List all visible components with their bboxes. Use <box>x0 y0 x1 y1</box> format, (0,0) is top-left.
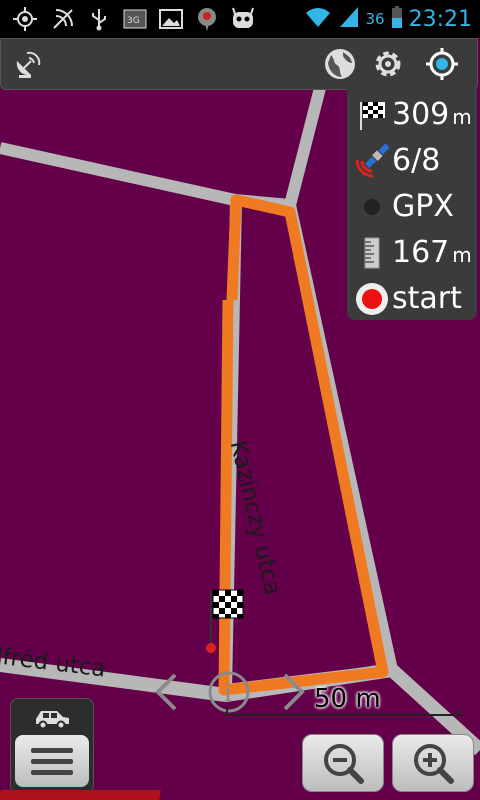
map-pin-icon <box>194 6 220 32</box>
zoom-in-button[interactable] <box>392 734 474 792</box>
record-icon <box>355 282 389 316</box>
gpx-status-icon <box>355 190 389 224</box>
zoom-out-button[interactable] <box>302 734 384 792</box>
cell-signal-icon <box>338 5 360 33</box>
status-bar: 3G 36 23:21 <box>0 0 480 38</box>
scale-bar <box>226 708 462 716</box>
satellites-row[interactable]: 6/8 <box>347 138 477 184</box>
info-panel: 309 m 6/8 GPX 167 m start <box>347 88 477 320</box>
gallery-icon <box>158 6 184 32</box>
gpx-row[interactable]: GPX <box>347 184 477 230</box>
gps-target-icon[interactable] <box>423 45 461 83</box>
globe-icon[interactable] <box>321 45 359 83</box>
car-icon[interactable] <box>33 705 71 733</box>
zoom-in-icon <box>414 744 454 784</box>
gear-icon[interactable] <box>369 45 407 83</box>
track-length-value: 167 m <box>392 235 472 270</box>
distance-value: 309 m <box>392 97 472 132</box>
finish-flag-icon <box>355 98 389 132</box>
track-length-row[interactable]: 167 m <box>347 230 477 276</box>
scale-label: 50 m <box>314 684 381 714</box>
zoom-out-icon <box>324 744 364 784</box>
menu-button[interactable] <box>15 735 89 787</box>
menu-icon <box>31 748 73 775</box>
map-scale: 50 m <box>226 684 462 718</box>
menu-panel <box>10 698 94 794</box>
usb-icon <box>86 6 112 32</box>
cyanogen-icon <box>230 6 256 32</box>
map-edge-strip <box>0 790 161 800</box>
road <box>0 142 291 211</box>
battery-level: 36 <box>365 10 385 28</box>
top-toolbar <box>0 38 478 90</box>
battery-icon <box>391 5 403 33</box>
gps-icon <box>12 6 38 32</box>
satellite-dish-icon[interactable] <box>9 45 47 83</box>
clock: 23:21 <box>408 6 472 32</box>
svg-text:3G: 3G <box>127 16 140 26</box>
3g-icon: 3G <box>122 6 148 32</box>
record-start-label: start <box>392 281 462 316</box>
wifi-icon <box>304 5 332 33</box>
satellite-icon <box>355 143 390 178</box>
gpx-label: GPX <box>392 189 454 224</box>
record-row[interactable]: start <box>347 276 477 322</box>
road <box>284 88 326 207</box>
distance-row[interactable]: 309 m <box>347 92 477 138</box>
signal-broadcast-icon <box>50 6 76 32</box>
satellites-value: 6/8 <box>392 143 441 178</box>
ruler-icon <box>355 236 389 270</box>
